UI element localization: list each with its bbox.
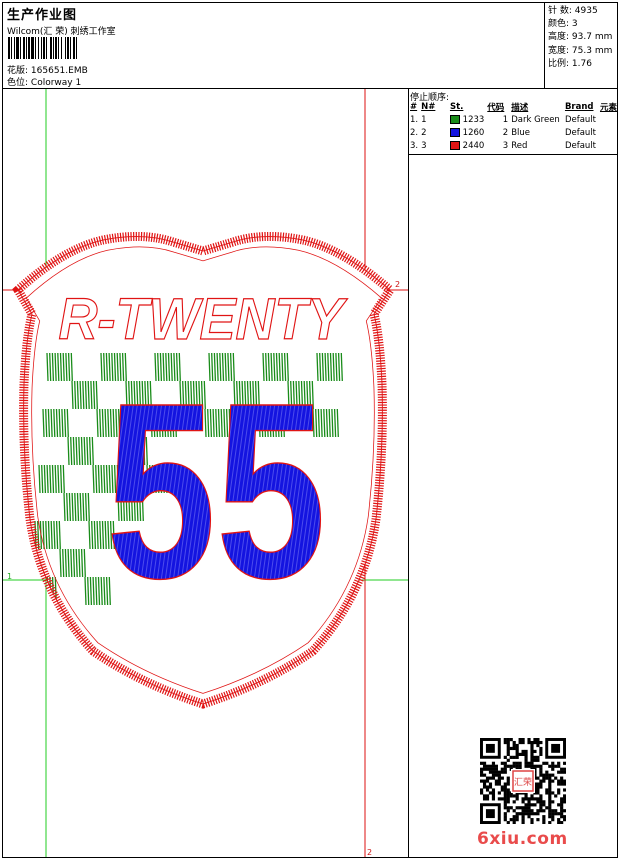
row-element (600, 126, 620, 139)
row-n: 2 (421, 127, 427, 138)
row-stitches: 1260 (449, 126, 487, 139)
row-n: 3 (421, 140, 427, 151)
page-title: 生产作业图 (7, 8, 78, 23)
stitch-count: 1233 (459, 114, 485, 125)
colorway-line: 色位: Colorway 1 (7, 75, 81, 88)
stats-divider (544, 2, 545, 88)
stamp-text: 汇荣 (514, 776, 532, 788)
color-row: 2. 2 1260 2 Blue Default (410, 126, 620, 139)
color-row: 3. 3 2440 3 Red Default (410, 139, 620, 152)
row-n: 1 (421, 114, 427, 125)
col-stitches: St. (449, 102, 464, 112)
stats-panel: 针 数: 4935 颜色: 3 高度: 93.7 mm 宽度: 75.3 mm … (548, 5, 612, 71)
watermark-site: 6xiu.com (477, 829, 568, 849)
color-table-header: # N# St. 代码 描述 Brand 元素 (410, 101, 620, 113)
stat-width: 宽度: 75.3 mm (548, 45, 613, 56)
guide-label-top-right: 2 (395, 280, 400, 289)
row-stitches: 1233 (449, 113, 487, 126)
col-description: 描述 (511, 103, 529, 113)
table-divider (408, 154, 618, 155)
row-code: 2 (502, 127, 509, 138)
color-row: 1. 1 1233 1 Dark Green Default (410, 113, 620, 126)
number-text: 55 (106, 351, 326, 630)
colorway-value: Colorway 1 (30, 78, 82, 88)
col-code: 代码 (487, 103, 505, 113)
col-brand: Brand (564, 102, 594, 112)
row-brand: Default (564, 127, 597, 138)
row-description: Dark Green (511, 114, 560, 125)
row-code: 1 (502, 114, 509, 125)
stat-height: 高度: 93.7 mm (548, 32, 613, 43)
company-name: Wilcom(汇 荣) 刺绣工作室 (7, 27, 116, 37)
embroidery-preview: R-TWENTY 55 1 2 2 (3, 89, 408, 857)
color-table: # N# St. 代码 描述 Brand 元素 1. 1 1233 1 Dark Gr… (410, 101, 620, 152)
qr-code: 汇荣 (480, 738, 566, 824)
barcode (8, 37, 77, 59)
stitch-count: 1260 (459, 127, 485, 138)
col-index: # (410, 102, 418, 112)
row-description: Blue (511, 127, 531, 138)
row-index: 2. (410, 127, 419, 138)
guide-label-bottom: 2 (367, 848, 372, 857)
col-n: N# (421, 102, 436, 112)
stat-colors: 颜色: 3 (548, 19, 578, 30)
row-index: 3. (410, 140, 419, 151)
color-swatch (449, 127, 460, 137)
panel-divider (408, 88, 409, 858)
row-stitches: 2440 (449, 139, 487, 152)
row-brand: Default (564, 140, 597, 151)
color-swatch (449, 140, 460, 150)
guide-label-left: 1 (7, 572, 12, 581)
stitch-count: 2440 (459, 140, 485, 151)
wordmark-text: R-TWENTY (59, 287, 349, 352)
row-element (600, 113, 620, 126)
stat-stitches: 针 数: 4935 (548, 6, 598, 16)
col-element: 元素 (599, 103, 617, 113)
color-swatch (449, 114, 460, 124)
row-brand: Default (564, 114, 597, 125)
stat-ratio: 比例: 1.76 (548, 58, 592, 69)
row-description: Red (511, 140, 528, 151)
row-code: 3 (502, 140, 509, 151)
row-index: 1. (410, 114, 419, 125)
row-element (600, 139, 620, 152)
colorway-label: 色位: (7, 78, 29, 88)
